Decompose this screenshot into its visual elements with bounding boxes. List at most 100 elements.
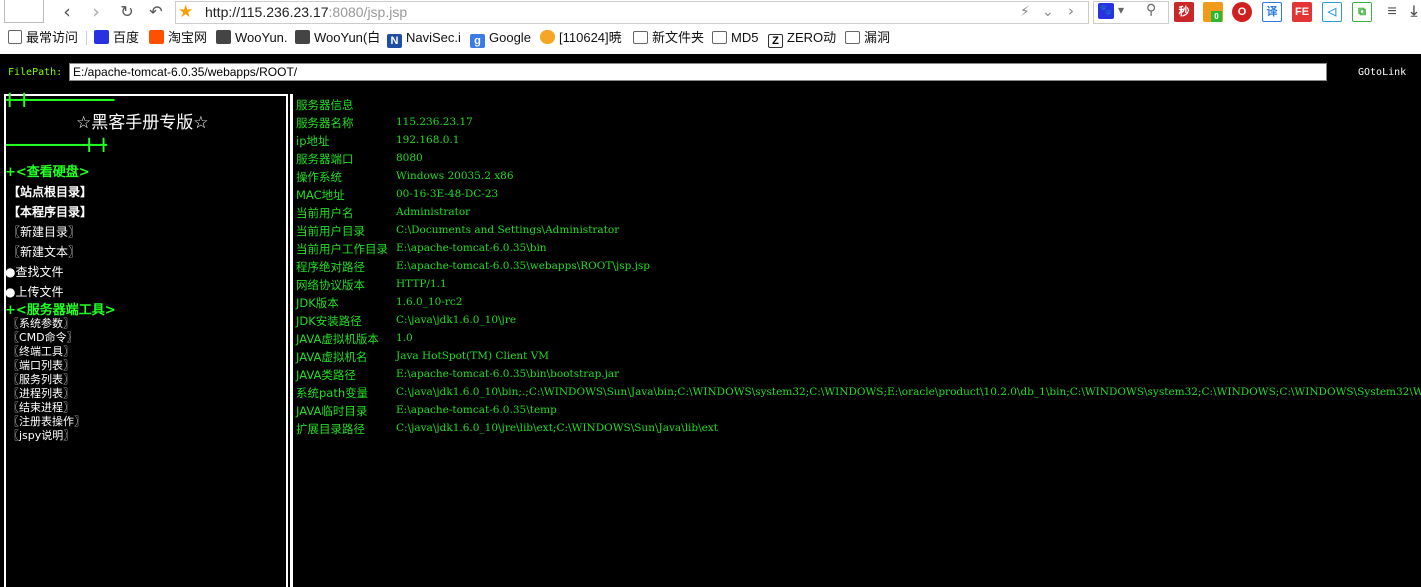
bookmark-taobao[interactable]: 淘宝网 (149, 29, 207, 47)
info-row-value: C:\java\jdk1.6.0_10\bin;.;C:\WINDOWS\Sun… (396, 386, 1421, 398)
lightning-icon[interactable]: ⚡ (1020, 4, 1030, 20)
link-upload-file[interactable]: ●上传文件 (5, 283, 63, 300)
addon-icon[interactable]: 0 (1203, 2, 1223, 22)
server-info-header: 服务器信息 (296, 98, 354, 112)
info-row-key: JDK版本 (296, 296, 339, 310)
url-text[interactable]: http://115.236.23.17:8080/jsp.jsp (205, 4, 407, 20)
filepath-input[interactable]: E:/apache-tomcat-6.0.35/webapps/ROOT/ (69, 63, 1327, 81)
link-site-root[interactable]: 【站点根目录】 (8, 183, 92, 200)
info-row-key: JAVA类路径 (296, 368, 356, 382)
info-row-key: JAVA虚拟机名 (296, 350, 368, 364)
wooyun-icon (295, 30, 310, 44)
section-view-disks[interactable]: +<查看硬盘> (5, 161, 90, 180)
info-row-value: Administrator (396, 206, 471, 218)
screenshot-icon[interactable]: ⧉ (1352, 2, 1372, 22)
info-row-value: 192.168.0.1 (396, 134, 460, 146)
address-bar[interactable]: ★ http://115.236.23.17:8080/jsp.jsp ⚡ ⌄ … (175, 1, 1089, 24)
reload-icon[interactable]: ↻ (116, 1, 138, 23)
info-row-key: 程序绝对路径 (296, 260, 365, 274)
url-host: http://115.236.23.17 (205, 4, 329, 20)
page-icon (8, 30, 22, 44)
google-icon: g (470, 34, 485, 48)
bookmark-label: 淘宝网 (168, 30, 208, 45)
info-row-key: 服务器端口 (296, 152, 354, 166)
miaosha-icon[interactable]: 秒 (1174, 2, 1194, 22)
bookmark-md5[interactable]: MD5 (712, 29, 758, 47)
info-row-value: C:\java\jdk1.6.0_10\jre\lib\ext;C:\WINDO… (396, 422, 719, 434)
bookmark-label: 最常访问 (26, 30, 79, 45)
info-row-key: JDK安装路径 (296, 314, 362, 328)
search-box[interactable]: 🐾 ▾ ⚲ (1093, 1, 1169, 24)
bookmark-vuln[interactable]: 漏洞 (845, 29, 890, 47)
info-row-value: E:\apache-tomcat-6.0.35\webapps\ROOT\jsp… (396, 260, 651, 272)
bookmark-navisec[interactable]: N NaviSec.i (387, 29, 461, 48)
baidu-search-icon[interactable]: 🐾 (1098, 3, 1114, 19)
menu-icon[interactable]: ≡ (1382, 2, 1402, 22)
info-row-value: 8080 (396, 152, 423, 164)
info-row-value: C:\java\jdk1.6.0_10\jre (396, 314, 517, 326)
search-icon[interactable]: ⚲ (1146, 2, 1156, 18)
info-row-key: 系统path变量 (296, 386, 369, 400)
folder-icon (712, 31, 727, 44)
info-row-key: JAVA临时目录 (296, 404, 368, 418)
bookmark-google[interactable]: g Google (470, 29, 531, 48)
bookmark-most-visited[interactable]: 最常访问 (8, 29, 78, 47)
translate-icon[interactable]: 译 (1262, 2, 1282, 22)
bookmark-zero[interactable]: Z ZERO动 (768, 29, 837, 48)
wooyun-icon (216, 30, 231, 44)
go-arrow-icon[interactable]: › (1068, 2, 1074, 20)
info-row-value: 1.0 (396, 332, 413, 344)
info-row-value: 115.236.23.17 (396, 116, 473, 128)
bookmark-110624[interactable]: [110624]暁 (540, 29, 622, 47)
opera-icon[interactable]: O (1232, 2, 1252, 22)
web-page: FilePath: E:/apache-tomcat-6.0.35/webapp… (0, 54, 1421, 587)
bookmark-label: NaviSec.i (406, 30, 461, 45)
back-icon[interactable]: ‹ (56, 1, 78, 23)
filepath-label: FilePath: (8, 67, 63, 78)
link-new-text[interactable]: 〖新建文本〗 (8, 243, 80, 260)
info-row-key: 当前用户目录 (296, 224, 365, 238)
tab-stub[interactable] (4, 0, 44, 23)
badge-count: 0 (1211, 11, 1222, 22)
bookmark-new-folder[interactable]: 新文件夹 (633, 29, 704, 47)
sidebar-title: ☆黑客手册专版☆ (76, 113, 209, 133)
bookmark-baidu[interactable]: 百度 (94, 29, 139, 47)
undo-icon[interactable]: ↶ (145, 1, 167, 23)
folder-icon (845, 31, 860, 44)
bookmark-wooyun-white[interactable]: WooYun(白 (295, 29, 380, 47)
bookmark-wooyun[interactable]: WooYun. (216, 29, 288, 47)
bookmark-label: WooYun(白 (314, 30, 381, 45)
goto-link-button[interactable]: GOtoLink (1358, 67, 1406, 78)
link-find-file[interactable]: ●查找文件 (5, 263, 63, 280)
bookmark-label: ZERO动 (787, 30, 837, 45)
info-row-key: 当前用户名 (296, 206, 354, 220)
info-row-value: 1.6.0_10-rc2 (396, 296, 463, 308)
url-port-path: :8080/jsp.jsp (328, 4, 408, 20)
browser-chrome: ‹ › ↻ ↶ ★ http://115.236.23.17:8080/jsp.… (0, 0, 1421, 54)
tool-jspy-help[interactable]: 〖jspy说明〗 (8, 427, 74, 443)
bookmark-label: 漏洞 (864, 30, 891, 45)
bookmark-star-icon[interactable]: ★ (178, 2, 193, 22)
link-program-dir[interactable]: 【本程序目录】 (8, 203, 92, 220)
link-new-dir[interactable]: 〖新建目录〗 (8, 223, 80, 240)
bookmark-label: 百度 (113, 30, 140, 45)
sidebar-deco-top: ╋━╋━━━━━━━━━━━━ (6, 93, 115, 107)
chevron-down-icon[interactable]: ⌄ (1042, 4, 1054, 20)
info-row-key: 操作系统 (296, 170, 342, 184)
info-row-value: E:\apache-tomcat-6.0.35\bin (396, 242, 547, 254)
info-row-value: E:\apache-tomcat-6.0.35\bin\bootstrap.ja… (396, 368, 620, 380)
chevron-down-icon[interactable]: ▾ (1118, 3, 1124, 17)
zero-icon: Z (768, 34, 783, 48)
forward-icon[interactable]: › (85, 1, 107, 23)
download-icon[interactable]: ⤓ (1407, 2, 1421, 22)
info-row-key: 网络协议版本 (296, 278, 365, 292)
feed-icon (540, 30, 555, 44)
fe-icon[interactable]: FE (1292, 2, 1312, 22)
info-row-key: 扩展目录路径 (296, 422, 365, 436)
sidebar-icon[interactable]: ◁ (1322, 2, 1342, 22)
info-row-value: E:\apache-tomcat-6.0.35\temp (396, 404, 557, 416)
info-row-key: 服务器名称 (296, 116, 354, 130)
info-row-key: MAC地址 (296, 188, 345, 202)
bookmark-label: MD5 (731, 30, 759, 45)
info-row-key: 当前用户工作目录 (296, 242, 388, 256)
